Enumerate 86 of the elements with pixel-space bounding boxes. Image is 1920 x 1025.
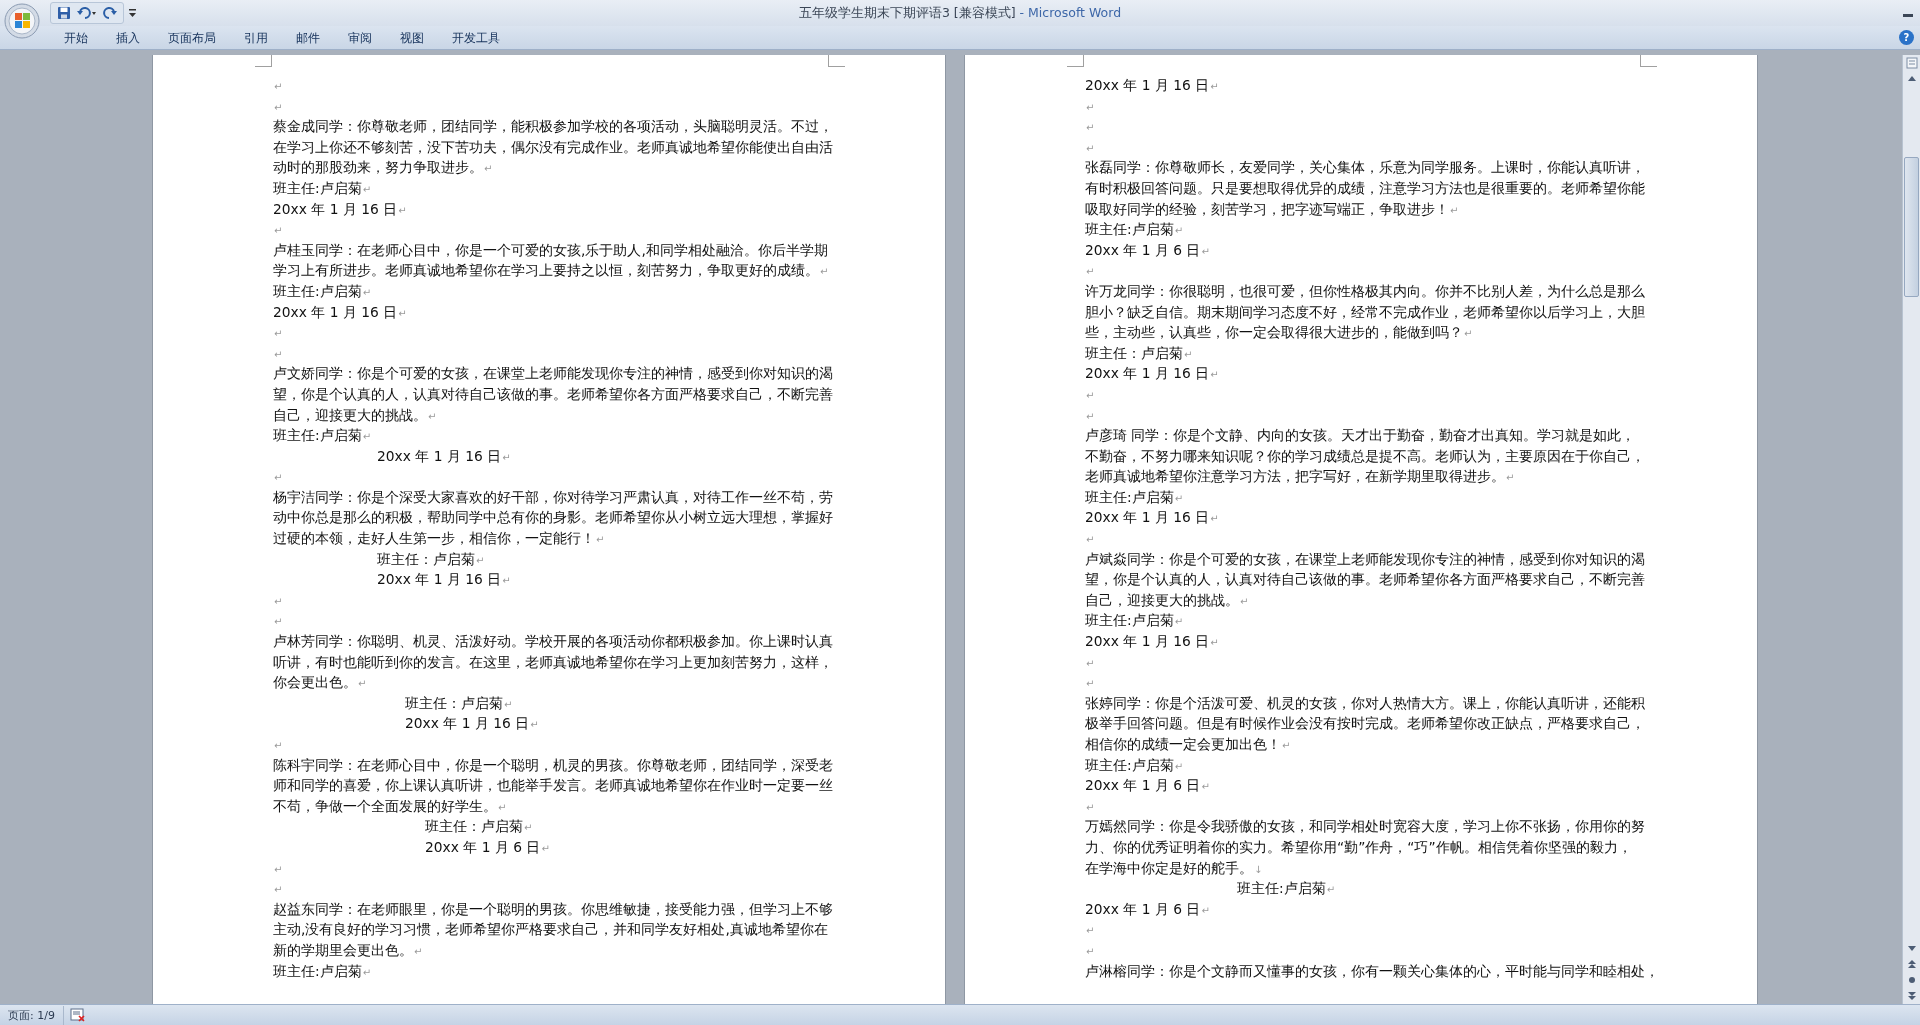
- help-button[interactable]: ?: [1899, 30, 1914, 45]
- signature-text: 班主任：卢启菊↵: [405, 693, 513, 713]
- crop-mark: [1640, 55, 1657, 67]
- date-text: 20xx 年 1 月 16 日↵: [1085, 508, 1219, 528]
- office-logo-icon[interactable]: [4, 3, 40, 39]
- paragraph-mark: ↵: [274, 863, 283, 875]
- comment-paragraph: 赵益东同学：在老师眼里，你是一个聪明的男孩。你思维敏捷，接受能力强，但学习上不够主动,没有良好的学习习惯，老师希望你严格要求自己，并和同学友好相处,真诚地希望你在新的学期里会更出色。↵: [273, 899, 833, 960]
- crop-mark: [828, 55, 845, 67]
- comment-paragraph: 张磊同学：你尊敬师长，友爱同学，关心集体，乐意为同学服务。上课时，你能认真听讲，有时积极回答问题。只是要想取得优异的成绩，注意学习方法也是很重要的。老师希望你能吸取好同学的经验，刻苦学习，把字迹写端正，争取进步！↵: [1085, 158, 1645, 219]
- paragraph-mark: ↵: [274, 225, 283, 237]
- paragraph-mark: ↵: [1086, 410, 1095, 422]
- redo-icon[interactable]: [103, 6, 117, 20]
- date-text: 20xx 年 1 月 16 日↵: [273, 302, 407, 322]
- signature-text: 班主任:卢启菊↵: [273, 961, 372, 981]
- paragraph-mark: ↵: [1086, 534, 1095, 546]
- window-title: 五年级学生期末下期评语3 [兼容模式] - Microsoft Word: [798, 4, 1122, 20]
- ribbon-tab[interactable]: 邮件: [282, 26, 334, 49]
- paragraph-mark: ↵: [274, 884, 283, 896]
- customize-caret-icon[interactable]: [128, 8, 137, 18]
- paragraph-mark: ↵: [1086, 678, 1095, 690]
- paragraph-mark: ↵: [274, 81, 283, 92]
- paragraph-mark: ↵: [274, 328, 283, 340]
- undo-icon[interactable]: [77, 6, 97, 20]
- paragraph-mark: ↵: [1086, 389, 1095, 401]
- signature-text: 班主任:卢启菊↵: [273, 178, 372, 198]
- paragraph-mark: ↵: [1086, 801, 1095, 813]
- signature-text: 班主任:卢启菊↵: [1085, 611, 1184, 631]
- paragraph-mark: ↵: [274, 595, 283, 607]
- ribbon-tab[interactable]: 插入: [102, 26, 154, 49]
- date-text: 20xx 年 1 月 6 日↵: [1085, 899, 1210, 919]
- comment-paragraph: 张婷同学：你是个活泼可爱、机灵的女孩，你对人热情大方。课上，你能认真听讲，还能积极举手回答问题。但是有时候作业会没有按时完成。老师希望你改正缺点，严格要求自己，相信你的成绩一定会更加出色！↵: [1085, 693, 1645, 754]
- date-text: 20xx 年 1 月 16 日↵: [377, 570, 511, 590]
- ribbon-tab[interactable]: 开发工具: [438, 26, 514, 49]
- paragraph-mark: ↵: [1086, 657, 1095, 669]
- date-text: 20xx 年 1 月 16 日↵: [1085, 76, 1219, 95]
- comment-paragraph: 卢林芳同学：你聪明、机灵、活泼好动。学校开展的各项活动你都积极参加。你上课时认真听讲，有时也能听到你的发言。在这里，老师真诚地希望你在学习上更加刻苦努力，这样，你会更出色。↵: [273, 632, 833, 693]
- date-text: 20xx 年 1 月 16 日↵: [377, 446, 511, 466]
- crop-mark: [1067, 55, 1084, 67]
- ribbon-tab[interactable]: 审阅: [334, 26, 386, 49]
- paragraph-mark: ↵: [274, 348, 283, 360]
- date-text: 20xx 年 1 月 16 日↵: [1085, 364, 1219, 384]
- signature-text: 班主任：卢启菊↵: [1085, 343, 1193, 363]
- date-text: 20xx 年 1 月 16 日↵: [1085, 632, 1219, 652]
- ribbon-tab[interactable]: 页面布局: [154, 26, 230, 49]
- signature-text: 班主任：卢启菊↵: [425, 817, 533, 837]
- comment-paragraph: 蔡金成同学：你尊敬老师，团结同学，能积极参加学校的各项活动，头脑聪明灵活。不过，在学习上你还不够刻苦，没下苦功夫，偶尔没有完成作业。老师真诚地希望你能使出自由活动时的那股劲来，努力争取进步。↵: [273, 117, 833, 178]
- comment-paragraph: 卢淋榕同学：你是个文静而又懂事的女孩，你有一颗关心集体的心，平时能与同学和睦相处，: [1085, 961, 1659, 981]
- scrollbar-thumb[interactable]: [1904, 157, 1919, 297]
- signature-text: 班主任:卢启菊↵: [1237, 879, 1336, 899]
- ruler-toggle-icon[interactable]: [1903, 55, 1920, 71]
- comment-paragraph: 万嫣然同学：你是令我骄傲的女孩，和同学相处时宽容大度，学习上你不张扬，你用你的努力、你的优秀证明着你的实力。希望你用“勤”作舟，“巧”作帆。相信凭着你坚强的毅力，在学海中你定是好的舵手。↓: [1085, 817, 1645, 878]
- paragraph-mark: ↵: [1086, 925, 1095, 937]
- signature-text: 班主任:卢启菊↵: [273, 281, 372, 301]
- comment-paragraph: 许万龙同学：你很聪明，也很可爱，但你性格极其内向。你并不比别人差，为什么总是那么胆小？缺乏自信。期末期间学习态度不好，经常不完成作业，老师希望你以后学习上，大胆些，主动些，认真些，你一定会取得很大进步的，能做到吗？↵: [1085, 281, 1645, 343]
- comment-paragraph: 卢斌焱同学：你是个可爱的女孩，在课堂上老师能发现你专注的神情，感受到你对知识的渴望，你是个认真的人，认真对待自己该做的事。老师希望你各方面严格要求自己，不断完善自己，迎接更大的挑战。↵: [1085, 549, 1645, 610]
- signature-text: 班主任:卢启菊↵: [1085, 220, 1184, 240]
- paragraph-mark: ↵: [1086, 266, 1095, 278]
- save-icon[interactable]: [57, 6, 71, 20]
- paragraph-mark: ↵: [1086, 142, 1095, 154]
- signature-text: 班主任:卢启菊↵: [273, 426, 372, 446]
- paragraph-mark: ↵: [1086, 122, 1095, 134]
- ribbon-tab[interactable]: 引用: [230, 26, 282, 49]
- comment-paragraph: 卢桂玉同学：在老师心目中，你是一个可爱的女孩,乐于助人,和同学相处融洽。你后半学期学习上有所进步。老师真诚地希望你在学习上要持之以恒，刻苦努力，争取更好的成绩。↵: [273, 240, 830, 281]
- date-text: 20xx 年 1 月 16 日↵: [273, 199, 407, 219]
- signature-text: 班主任:卢启菊↵: [1085, 755, 1184, 775]
- proofing-icon[interactable]: [69, 1008, 86, 1022]
- page-count-text[interactable]: 页面: 1/9: [0, 1005, 64, 1025]
- date-text: 20xx 年 1 月 6 日↵: [1085, 776, 1210, 796]
- paragraph-mark: ↵: [274, 472, 283, 484]
- comment-paragraph: 卢彦琦 同学：你是个文静、内向的女孩。天才出于勤奋，勤奋才出真知。学习就是如此，不勤奋，不努力哪来知识呢？你的学习成绩总是提不高。老师认为，主要原因在于你自己，老师真诚地希望你注意学习方法，把字写好，在新学期里取得进步。↵: [1085, 426, 1645, 487]
- paragraph-mark: ↵: [274, 101, 283, 113]
- paragraph-mark: ↵: [274, 616, 283, 628]
- ribbon-tab[interactable]: 开始: [50, 26, 102, 49]
- comment-paragraph: 杨宇洁同学：你是个深受大家喜欢的好干部，你对待学习严肃认真，对待工作一丝不苟，劳动中你总是那么的积极，帮助同学中总有你的身影。老师希望你从小树立远大理想，掌握好过硬的本领，走好人生第一步，相信你，一定能行！↵: [273, 487, 833, 549]
- signature-text: 班主任:卢启菊↵: [1085, 487, 1184, 507]
- paragraph-mark: ↵: [1086, 945, 1095, 957]
- date-text: 20xx 年 1 月 16 日↵: [405, 714, 539, 734]
- signature-text: 班主任：卢启菊↵: [377, 549, 485, 569]
- paragraph-mark: ↵: [274, 740, 283, 751]
- date-text: 20xx 年 1 月 6 日↵: [425, 837, 550, 857]
- comment-paragraph: 陈科宇同学：在老师心目中，你是一个聪明，机灵的男孩。你尊敬老师，团结同学，深受老师和同学的喜爱，你上课认真听讲，也能举手发言。老师真诚地希望你在作业时一定要一丝不苟，争做一个全面发展的好学生。↵: [273, 755, 833, 816]
- crop-mark: [255, 55, 272, 67]
- comment-paragraph: 卢文娇同学：你是个可爱的女孩，在课堂上老师能发现你专注的神情，感受到你对知识的渴望，你是个认真的人，认真对待自己该做的事。老师希望你各方面严格要求自己，不断完善自己，迎接更大的挑战。↵: [273, 364, 833, 425]
- paragraph-mark: ↵: [1086, 101, 1095, 113]
- date-text: 20xx 年 1 月 6 日↵: [1085, 240, 1210, 260]
- ribbon-tab[interactable]: 视图: [386, 26, 438, 49]
